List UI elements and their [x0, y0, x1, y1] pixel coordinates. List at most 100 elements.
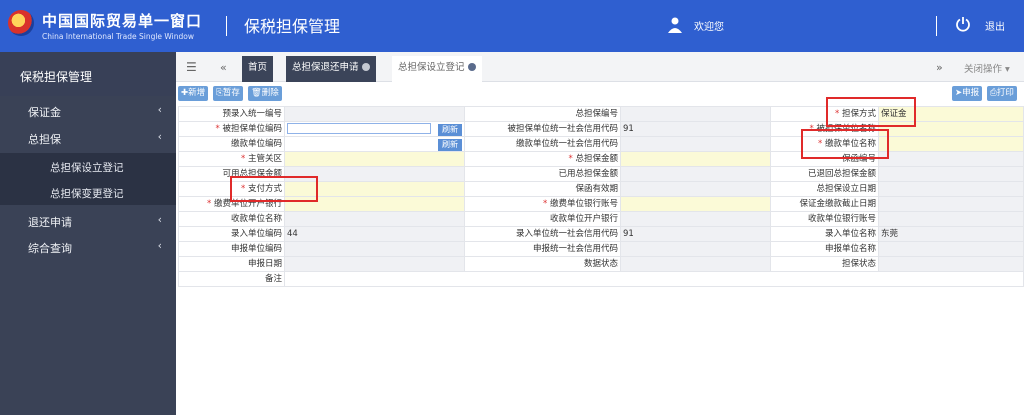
entry-credit-code-field: 91 [620, 226, 771, 242]
power-icon[interactable] [955, 16, 971, 32]
field-label: 担保状态 [770, 256, 879, 272]
field-label: 收款单位开户银行 [464, 211, 621, 227]
field-label: 已用总担保金额 [464, 166, 621, 182]
delete-button[interactable]: 🗑删除 [248, 86, 282, 101]
field-label: 已退回总担保金额 [770, 166, 879, 182]
field-label: 被担保单位统一社会信用代码 [464, 121, 621, 137]
close-operations-label: 关闭操作 [964, 64, 1003, 75]
declare-date-field [284, 256, 465, 272]
tab-label: 总担保设立登记 [398, 62, 465, 73]
sidebar-subitem-establish[interactable]: 总担保设立登记 [0, 153, 176, 179]
field-label: 申报统一社会信用代码 [464, 241, 621, 257]
text-input-box[interactable] [287, 122, 431, 134]
chevron-left-icon: ‹ [157, 103, 162, 116]
system-title: 保税担保管理 [244, 17, 341, 36]
field-label: 申报日期 [178, 256, 285, 272]
field-label: 备注 [178, 271, 285, 287]
close-operations-dropdown[interactable]: 关闭操作 ▾ [964, 61, 1010, 75]
menu-toggle-icon[interactable]: ☰ [186, 60, 197, 74]
field-label: 录入单位名称 [770, 226, 879, 242]
entry-unit-name-field: 东莞 [878, 226, 1024, 242]
table-row: 录入单位编码 44 录入单位统一社会信用代码 91 录入单位名称 东莞 [178, 226, 1024, 242]
tab-refund-request[interactable]: 总担保退还申请 [286, 56, 376, 82]
sidebar-item-refund[interactable]: 退还申请 ‹ [0, 208, 176, 234]
guaranteed-credit-code-field: 91 [620, 121, 771, 137]
payer-credit-code-field [620, 136, 771, 152]
field-label: 总担保编号 [464, 106, 621, 122]
save-draft-button[interactable]: ⎘暂存 [213, 86, 243, 101]
table-row: 备注 [178, 271, 1024, 287]
field-label: 收款单位名称 [178, 211, 285, 227]
sidebar-subitem-change[interactable]: 总担保变更登记 [0, 179, 176, 205]
refresh-button[interactable]: 刷新 [438, 138, 462, 151]
tab-bar: ☰ « 首页 总担保退还申请 总担保设立登记 » 关闭操作 ▾ [176, 52, 1024, 82]
submit-button[interactable]: ➤申报 [952, 86, 983, 101]
annotation-highlight-box [801, 129, 889, 159]
sidebar-item-query[interactable]: 综合查询 ‹ [0, 234, 176, 260]
returned-amount-field [878, 166, 1024, 182]
field-label: 数据状态 [464, 256, 621, 272]
field-label: 总担保设立日期 [770, 181, 879, 197]
field-label: * 总担保金额 [464, 151, 621, 167]
table-row: 申报单位编码 申报统一社会信用代码 申报单位名称 [178, 241, 1024, 257]
user-icon [668, 17, 682, 33]
payer-unit-code-input[interactable]: 刷新 [284, 136, 465, 152]
field-label: 申报单位名称 [770, 241, 879, 257]
field-label: 预录入统一编号 [178, 106, 285, 122]
sidebar-item-general-guarantee[interactable]: 总担保 ‹ [0, 125, 176, 151]
field-label: 申报单位编码 [178, 241, 285, 257]
sidebar-item-label: 退还申请 [28, 216, 72, 229]
payer-unit-name-input[interactable] [878, 136, 1024, 152]
header-divider [226, 16, 227, 36]
tab-label: 总担保退还申请 [292, 62, 359, 73]
deposit-deadline-field [878, 196, 1024, 212]
close-tab-icon[interactable] [361, 63, 370, 71]
used-amount-field [620, 166, 771, 182]
close-tab-icon[interactable] [467, 63, 476, 71]
sidebar-item-label: 总担保变更登记 [50, 188, 124, 200]
annotation-highlight-box [230, 176, 318, 202]
annotation-highlight-box [826, 97, 916, 127]
logout-link[interactable]: 退出 [985, 18, 1005, 33]
chevron-left-icon: ‹ [157, 213, 162, 226]
tab-label: 首页 [248, 62, 268, 73]
refresh-button[interactable]: 刷新 [438, 123, 462, 136]
payer-account-input[interactable] [620, 196, 771, 212]
tab-establish-registration[interactable]: 总担保设立登记 [392, 56, 482, 82]
customs-district-input[interactable] [284, 151, 465, 167]
welcome-text[interactable]: 欢迎您 [694, 18, 724, 33]
guarantee-status-field [878, 256, 1024, 272]
sidebar-item-label: 总担保设立登记 [50, 162, 124, 174]
declarer-credit-code-field [620, 241, 771, 257]
entry-unit-code-field: 44 [284, 226, 465, 242]
header-divider [936, 16, 937, 36]
letter-validity-field [620, 181, 771, 197]
sidebar-item-label: 保证金 [28, 106, 61, 119]
sidebar-item-label: 总担保 [28, 133, 61, 146]
brand-name-cn: 中国国际贸易单一窗口 [42, 12, 203, 30]
declarer-name-field [878, 241, 1024, 257]
remark-input[interactable] [284, 271, 1024, 287]
tabs-scroll-right-icon[interactable]: » [936, 61, 943, 74]
guarantee-amount-input[interactable] [620, 151, 771, 167]
establish-date-field [878, 181, 1024, 197]
pre-entry-no-field [284, 106, 465, 122]
field-label: 录入单位编码 [178, 226, 285, 242]
sidebar-title[interactable]: 保税担保管理 ‹ [0, 52, 176, 96]
payee-bank-field [620, 211, 771, 227]
table-row: 缴款单位编码 刷新 缴款单位统一社会信用代码 * 缴款单位名称 [178, 136, 1024, 152]
sidebar-item-deposit[interactable]: 保证金 ‹ [0, 98, 176, 124]
add-button[interactable]: ✚新增 [178, 86, 209, 101]
print-button[interactable]: ⎙打印 [987, 86, 1017, 101]
field-label: 保函有效期 [464, 181, 621, 197]
table-row: 收款单位名称 收款单位开户银行 收款单位银行账号 [178, 211, 1024, 227]
field-label: * 被担保单位编码 [178, 121, 285, 137]
single-window-logo-icon [8, 10, 34, 36]
tab-home[interactable]: 首页 [242, 56, 274, 82]
field-label: 录入单位统一社会信用代码 [464, 226, 621, 242]
top-header: 中国国际贸易单一窗口 China International Trade Sin… [0, 0, 1024, 52]
payee-name-field [284, 211, 465, 227]
guaranteed-unit-code-input[interactable]: 刷新 [284, 121, 465, 137]
table-row: * 主管关区 * 总担保金额 保函编号 [178, 151, 1024, 167]
tabs-scroll-left-icon[interactable]: « [220, 61, 227, 74]
